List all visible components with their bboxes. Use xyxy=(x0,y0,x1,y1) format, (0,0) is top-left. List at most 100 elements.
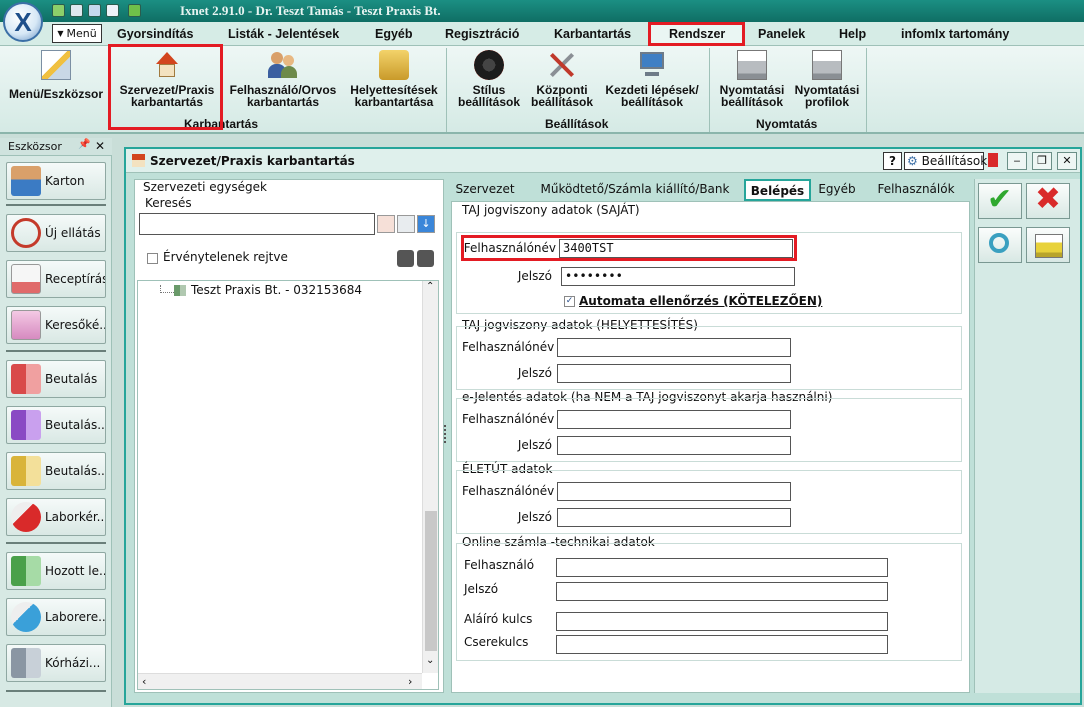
menu-item-help[interactable]: Help xyxy=(839,27,866,41)
online-password-input[interactable] xyxy=(556,582,888,601)
settings-button[interactable]: ⚙ Beállítások xyxy=(904,152,987,170)
calendar-icon[interactable] xyxy=(106,4,119,17)
clear-search-icon[interactable] xyxy=(377,215,395,233)
online-sign-key-input[interactable] xyxy=(556,612,888,631)
toolbox-item-korhazi[interactable]: Kórházi... xyxy=(6,644,106,682)
ribbon-stilus[interactable]: Stílus beállítások xyxy=(452,50,526,108)
horizontal-scrollbar[interactable]: ‹ › xyxy=(138,673,422,689)
scroll-up-icon[interactable]: ⌃ xyxy=(426,281,434,292)
org-tree: Teszt Praxis Bt. - 032153684 ⌃ ⌄ ‹ › xyxy=(137,280,439,690)
save-button[interactable]: ✔ xyxy=(978,182,1022,219)
scroll-right-icon[interactable]: › xyxy=(408,675,412,688)
toolbox-item-label: Laborkér... xyxy=(45,510,106,524)
auto-check-checkbox[interactable]: ✓ xyxy=(564,296,575,307)
ejelentes-password-input[interactable] xyxy=(557,436,791,455)
pin-icon[interactable]: 📌 xyxy=(78,139,90,150)
print-button[interactable] xyxy=(1026,227,1070,263)
document-window: Szervezet/Praxis karbantartás ? ⚙ Beállí… xyxy=(124,147,1082,705)
ribbon-label: Menü/Eszközsor xyxy=(8,87,104,101)
tree-item[interactable]: Teszt Praxis Bt. - 032153684 xyxy=(174,283,362,297)
menu-item-rendszer[interactable]: Rendszer xyxy=(669,27,725,41)
ribbon-label: karbantartása xyxy=(354,95,434,109)
menu-item-gyorsinditas[interactable]: Gyorsindítás xyxy=(117,27,193,41)
ribbon-felhasznalo-orvos[interactable]: Felhasználó/Orvos karbantartás xyxy=(224,50,342,108)
new-icon[interactable] xyxy=(52,4,65,17)
toolbox-separator xyxy=(6,690,106,692)
hide-invalid-checkbox[interactable] xyxy=(147,253,158,264)
ribbon-kezdeti-lepesek[interactable]: Kezdeti lépések/ beállítások xyxy=(600,50,704,108)
menu-item-listak[interactable]: Listák - Jelentések xyxy=(228,27,339,41)
exit-icon[interactable] xyxy=(128,4,141,17)
eletut-username-input[interactable] xyxy=(557,482,791,501)
toolbox-item-beutalas-2[interactable]: Beutalás... xyxy=(6,406,106,444)
app-logo[interactable]: X xyxy=(3,2,43,42)
taj-own-password-input[interactable]: •••••••• xyxy=(561,267,795,286)
taj-own-username-input[interactable]: 3400TST xyxy=(559,239,793,258)
tab-felhasznalok[interactable]: Felhasználók xyxy=(871,179,961,201)
hide-invalid-label: Érvénytelenek rejtve xyxy=(163,250,288,264)
toolbox-item-uj-ellatas[interactable]: Új ellátás xyxy=(6,214,106,252)
ribbon-nyomtatasi-profilok[interactable]: Nyomtatási profilok xyxy=(790,50,864,108)
copy-icon[interactable] xyxy=(70,4,83,17)
eletut-password-input[interactable] xyxy=(557,508,791,527)
scroll-left-icon[interactable]: ‹ xyxy=(142,675,146,688)
scrollbar-thumb[interactable] xyxy=(425,511,437,651)
settings-label: Beállítások xyxy=(921,154,988,168)
close-button[interactable]: ✕ xyxy=(1057,152,1077,170)
bookmark-icon[interactable] xyxy=(988,153,998,167)
menu-item-panelek[interactable]: Panelek xyxy=(758,27,805,41)
online-exchange-key-input[interactable] xyxy=(556,635,888,654)
toolbox-item-receptiras[interactable]: Receptírás xyxy=(6,260,106,298)
ribbon-helyettesitesek[interactable]: Helyettesítések karbantartása xyxy=(346,50,442,108)
menu-item-egyeb[interactable]: Egyéb xyxy=(375,27,413,41)
toolbox-item-hozott-le[interactable]: Hozott le... xyxy=(6,552,106,590)
tab-mukodteto[interactable]: Működtető/Számla kiállító/Bank xyxy=(536,179,734,201)
collapse-tree-icon[interactable] xyxy=(417,250,434,267)
toolbox-item-beutalas-3[interactable]: Beutalás... xyxy=(6,452,106,490)
toolbox-settings-icon xyxy=(41,50,71,80)
toolbox-item-laborker[interactable]: Laborkér... xyxy=(6,498,106,536)
label-online-sign-key: Aláíró kulcs xyxy=(464,612,533,626)
menu-button[interactable]: ▼ Menü xyxy=(52,24,102,43)
preview-button[interactable] xyxy=(978,227,1022,263)
minimize-button[interactable]: ‒ xyxy=(1007,152,1027,170)
ribbon-menu-eszkozsor[interactable]: Menü/Eszközsor xyxy=(6,50,106,100)
ribbon-nyomtatasi-beallitasok[interactable]: Nyomtatási beállítások xyxy=(714,50,790,108)
tab-szervezet[interactable]: Szervezet xyxy=(451,179,519,201)
taj-sub-username-input[interactable] xyxy=(557,338,791,357)
ribbon-label: profilok xyxy=(805,95,849,109)
arrow-down-icon[interactable]: ↓ xyxy=(417,215,435,233)
splitter-handle[interactable] xyxy=(444,425,448,443)
filter-icon[interactable] xyxy=(397,215,415,233)
printer-icon xyxy=(737,50,767,80)
hospital-red-icon xyxy=(11,364,41,394)
toolbox-item-label: Laborere... xyxy=(45,610,106,624)
tab-belepes[interactable]: Belépés xyxy=(744,179,811,201)
toolbox-item-karton[interactable]: Karton xyxy=(6,162,106,200)
scroll-down-icon[interactable]: ⌄ xyxy=(426,655,434,666)
cancel-button[interactable]: ✖ xyxy=(1026,181,1070,219)
sort-icon[interactable] xyxy=(88,4,101,17)
ejelentes-username-input[interactable] xyxy=(557,410,791,429)
vertical-scrollbar[interactable]: ⌃ ⌄ xyxy=(422,281,438,673)
restore-button[interactable]: ❐ xyxy=(1032,152,1052,170)
checkmark-icon: ✔ xyxy=(987,182,1013,217)
prescription-icon xyxy=(11,264,41,294)
taj-sub-password-input[interactable] xyxy=(557,364,791,383)
menu-item-karbantartas[interactable]: Karbantartás xyxy=(554,27,631,41)
hospital-gray-icon xyxy=(11,648,41,678)
menu-item-regisztracio[interactable]: Regisztráció xyxy=(445,27,519,41)
help-button[interactable]: ? xyxy=(883,152,902,170)
online-user-input[interactable] xyxy=(556,558,888,577)
toolbox-item-laborere[interactable]: Laborere... xyxy=(6,598,106,636)
ribbon-kozponti[interactable]: Központi beállítások xyxy=(526,50,598,108)
search-label: Keresés xyxy=(145,196,192,210)
action-panel: ✔ ✖ xyxy=(974,179,1080,693)
search-input[interactable] xyxy=(139,213,375,235)
menu-item-infomix[interactable]: infomIx tartomány xyxy=(901,27,1009,41)
expand-tree-icon[interactable] xyxy=(397,250,414,267)
tab-egyeb[interactable]: Egyéb xyxy=(814,179,860,201)
close-icon[interactable]: ✕ xyxy=(95,139,105,153)
toolbox-item-keresoke[interactable]: Keresőké... xyxy=(6,306,106,344)
toolbox-item-beutalas-1[interactable]: Beutalás xyxy=(6,360,106,398)
